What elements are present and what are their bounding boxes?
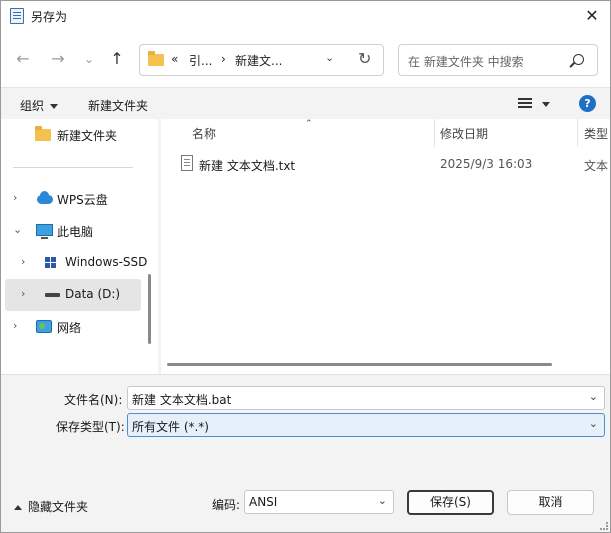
sidebar-item-new-folder[interactable]: 新建文件夹	[5, 119, 141, 151]
view-list-icon[interactable]	[518, 98, 532, 109]
forward-button[interactable]: →	[48, 49, 68, 69]
horizontal-scrollbar[interactable]	[167, 363, 552, 366]
up-arrow-icon: ↑	[110, 49, 124, 68]
sort-ascending-icon: ⌃	[305, 119, 313, 129]
navigation-pane: 新建文件夹 › WPS云盘 ⌄ 此电脑 › Windows-SSD › Data…	[1, 119, 158, 374]
back-arrow-icon: ←	[16, 49, 30, 68]
chevron-right-icon[interactable]: ›	[13, 191, 17, 204]
save-as-dialog: 另存为 ✕ ← → ⌄ ↑ « 引... › 新建文... ⌄ ↻ 在 新建文件…	[0, 0, 611, 533]
sidebar-item-wps-cloud[interactable]: › WPS云盘	[5, 183, 141, 215]
notepad-icon	[10, 8, 24, 24]
save-fields: 文件名(N): 新建 文本文档.bat ⌄ 保存类型(T): 所有文件 (*.*…	[1, 374, 610, 474]
file-type: 文本	[584, 159, 609, 173]
sidebar-item-label: Data (D:)	[65, 287, 121, 301]
windows-drive-icon	[45, 257, 57, 269]
divider	[13, 167, 133, 168]
chevron-down-icon: ⌄	[325, 51, 335, 64]
sidebar-item-data-drive[interactable]: › Data (D:)	[5, 279, 141, 311]
network-icon	[36, 320, 52, 333]
chevron-right-icon[interactable]: ›	[21, 255, 25, 268]
chevron-down-icon[interactable]: ⌄	[589, 390, 598, 403]
encoding-label: 编码:	[212, 498, 241, 512]
hide-folders-button[interactable]: 隐藏文件夹	[14, 498, 88, 515]
close-button[interactable]: ✕	[578, 3, 606, 29]
filename-field[interactable]: 新建 文本文档.bat ⌄	[127, 386, 605, 410]
sidebar-item-windows-ssd[interactable]: › Windows-SSD	[5, 247, 147, 279]
chevron-down-icon[interactable]: ⌄	[13, 223, 22, 236]
column-header-name[interactable]: 名称	[192, 125, 216, 142]
recent-locations-button[interactable]: ⌄	[79, 49, 99, 69]
encoding-value: ANSI	[249, 495, 278, 509]
sidebar-item-this-pc[interactable]: ⌄ 此电脑	[5, 215, 141, 247]
address-history-button[interactable]: ⌄	[325, 51, 334, 64]
column-header-type[interactable]: 类型	[584, 125, 608, 142]
sidebar-item-network[interactable]: › 网络	[5, 311, 141, 343]
folder-icon	[35, 126, 51, 141]
search-box[interactable]: 在 新建文件夹 中搜索	[398, 44, 598, 76]
chevron-right-icon[interactable]: ›	[21, 287, 25, 300]
breadcrumb-segment[interactable]: 引...	[189, 52, 212, 69]
chevron-right-icon[interactable]: ›	[13, 319, 17, 332]
sidebar-item-label: 网络	[57, 321, 82, 335]
command-bar: 组织 新建文件夹 ?	[1, 87, 610, 119]
folder-icon	[148, 51, 164, 66]
search-input[interactable]: 在 新建文件夹 中搜索	[408, 53, 524, 70]
filetype-value: 所有文件 (*.*)	[132, 420, 209, 434]
text-file-icon	[181, 155, 193, 171]
caret-down-icon	[50, 104, 59, 109]
file-list: ⌃ 名称 修改日期 类型 新建 文本文档.txt 2025/9/3 16:03 …	[161, 119, 610, 374]
search-icon[interactable]	[573, 54, 584, 65]
sidebar-item-label: 此电脑	[57, 225, 94, 239]
breadcrumb-overflow[interactable]: «	[171, 52, 178, 66]
column-divider[interactable]	[434, 119, 435, 147]
up-button[interactable]: ↑	[107, 49, 127, 69]
save-button[interactable]: 保存(S)	[407, 490, 494, 515]
chevron-down-icon: ⌄	[377, 494, 387, 507]
filename-value[interactable]: 新建 文本文档.bat	[132, 391, 231, 408]
breadcrumb-current[interactable]: 新建文...	[235, 52, 282, 69]
encoding-select[interactable]: ANSI ⌄	[244, 490, 394, 514]
computer-icon	[36, 224, 53, 239]
file-modified: 2025/9/3 16:03	[440, 157, 533, 171]
chevron-down-icon: ⌄	[588, 417, 598, 430]
new-folder-button[interactable]: 新建文件夹	[88, 97, 148, 114]
drive-icon	[45, 293, 60, 297]
sidebar-scrollbar[interactable]	[148, 274, 151, 344]
filetype-select[interactable]: 所有文件 (*.*) ⌄	[127, 413, 605, 437]
window-title: 另存为	[31, 10, 68, 24]
address-bar[interactable]: « 引... › 新建文... ⌄ ↻	[139, 44, 384, 76]
breadcrumb-separator: ›	[221, 52, 226, 66]
close-icon: ✕	[585, 6, 599, 25]
title-bar: 另存为 ✕	[1, 1, 610, 31]
organize-menu[interactable]: 组织	[20, 97, 59, 114]
refresh-button[interactable]: ↻	[358, 49, 371, 68]
chevron-down-icon: ⌄	[83, 52, 95, 66]
cancel-button[interactable]: 取消	[507, 490, 594, 515]
resize-grip[interactable]	[600, 522, 608, 530]
filetype-label: 保存类型(T):	[56, 420, 125, 434]
file-row[interactable]: 新建 文本文档.txt 2025/9/3 16:03 文本	[177, 151, 610, 179]
filename-label: 文件名(N):	[64, 393, 123, 407]
back-button[interactable]: ←	[13, 49, 33, 69]
sidebar-item-label: WPS云盘	[57, 193, 108, 207]
sidebar-item-label: Windows-SSD	[65, 255, 148, 269]
view-options-caret-icon[interactable]	[542, 102, 550, 107]
organize-label: 组织	[20, 99, 45, 113]
hide-folders-label: 隐藏文件夹	[28, 500, 89, 514]
column-divider[interactable]	[577, 119, 578, 147]
dialog-footer: 隐藏文件夹 编码: ANSI ⌄ 保存(S) 取消	[1, 474, 610, 532]
sidebar-item-label: 新建文件夹	[57, 129, 118, 143]
file-name: 新建 文本文档.txt	[199, 159, 296, 173]
column-header-modified[interactable]: 修改日期	[440, 125, 488, 142]
navigation-bar: ← → ⌄ ↑ « 引... › 新建文... ⌄ ↻ 在 新建文件夹 中搜索	[1, 31, 610, 87]
forward-arrow-icon: →	[51, 49, 65, 68]
help-icon[interactable]: ?	[579, 95, 596, 112]
caret-up-icon	[14, 505, 22, 510]
refresh-icon: ↻	[358, 49, 372, 68]
cloud-icon	[37, 191, 53, 204]
